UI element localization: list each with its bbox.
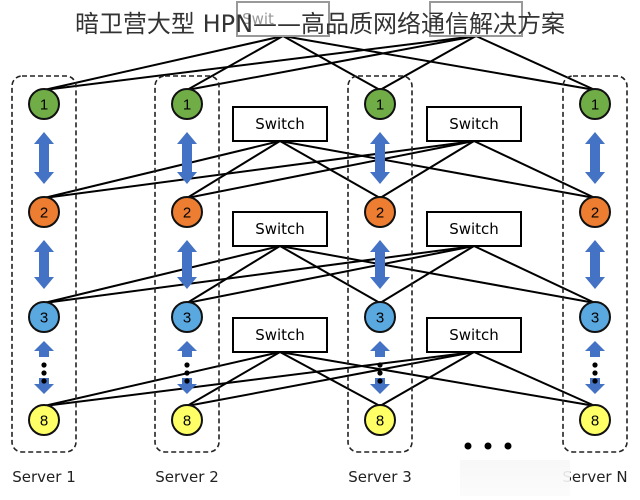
ellipsis-dot <box>41 362 47 368</box>
connection-line <box>473 140 596 199</box>
connection-line <box>43 245 475 304</box>
ellipsis-dot <box>592 378 598 384</box>
ellipsis-dot <box>592 370 598 376</box>
switch-label: Switch <box>449 326 499 344</box>
ellipsis-dot <box>184 378 190 384</box>
server-ellipsis-dot <box>464 442 472 450</box>
connection-line <box>43 351 281 407</box>
gpu-label: 1 <box>376 97 384 114</box>
ellipsis-dot <box>377 378 383 384</box>
gpu-label: 1 <box>183 97 191 114</box>
ellipsis-dot <box>41 370 47 376</box>
connection-line <box>43 351 475 407</box>
gpu-label: 3 <box>376 310 384 327</box>
double-arrow <box>34 240 54 289</box>
connection-line <box>473 351 596 407</box>
up-arrow <box>370 341 390 357</box>
up-arrow <box>177 341 197 357</box>
server-ellipsis-dot <box>504 442 512 450</box>
switch-label: Switch <box>255 326 305 344</box>
switch-label: Switch <box>449 115 499 133</box>
double-arrow <box>585 132 605 184</box>
gpu-label: 8 <box>376 413 384 430</box>
gpu-label: 3 <box>591 310 599 327</box>
connection-line <box>43 140 281 199</box>
gpu-label: 2 <box>591 205 599 222</box>
watermark <box>460 460 570 496</box>
ellipsis-dot <box>592 362 598 368</box>
gpu-label: 1 <box>591 97 599 114</box>
gpu-label: 8 <box>40 413 48 430</box>
up-arrow <box>34 341 54 357</box>
double-arrow <box>177 240 197 289</box>
network-diagram: SwitServer 1 Server 2 Server 3 Server NSwit… <box>11 1 628 486</box>
gpu-label: 2 <box>376 205 384 222</box>
gpu-label: 2 <box>183 205 191 222</box>
gpu-label: 8 <box>591 413 599 430</box>
switch-label: Switch <box>449 220 499 238</box>
switch-label: Switch <box>255 220 305 238</box>
server-label: Server N <box>562 468 627 486</box>
gpu-label: 8 <box>183 413 191 430</box>
connection-line <box>475 35 596 91</box>
ellipsis-dot <box>184 370 190 376</box>
gpu-label: 3 <box>40 310 48 327</box>
server-label: Server 2 <box>155 468 219 486</box>
page-title: 暗卫营大型 HPN——高品质网络通信解决方案 <box>74 10 566 38</box>
ellipsis-dot <box>377 370 383 376</box>
double-arrow <box>585 240 605 289</box>
gpu-label: 3 <box>183 310 191 327</box>
connection-line <box>43 245 281 304</box>
ellipsis-dot <box>41 378 47 384</box>
connection-line <box>43 140 475 199</box>
connection-line <box>43 35 477 91</box>
connection-line <box>43 35 284 91</box>
double-arrow <box>177 132 197 184</box>
server-label: Server 3 <box>348 468 412 486</box>
switch-label: Switch <box>255 115 305 133</box>
ellipsis-dot <box>184 362 190 368</box>
server-ellipsis-dot <box>484 442 492 450</box>
up-arrow <box>585 341 605 357</box>
server-label: Server 1 <box>12 468 76 486</box>
double-arrow <box>34 132 54 184</box>
gpu-label: 2 <box>40 205 48 222</box>
gpu-label: 1 <box>40 97 48 114</box>
connection-line <box>473 245 596 304</box>
ellipsis-dot <box>377 362 383 368</box>
